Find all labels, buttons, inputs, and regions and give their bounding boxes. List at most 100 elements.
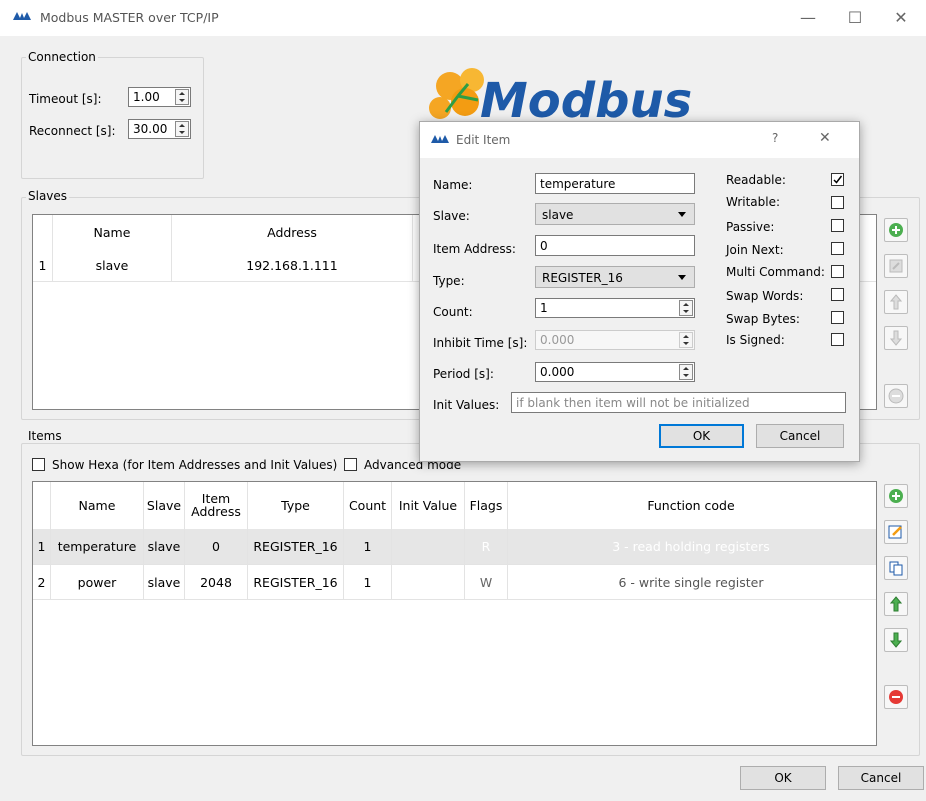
swap-bytes-label: Swap Bytes: [726,312,800,326]
reconnect-spin-buttons[interactable] [175,121,189,137]
reconnect-spinbox[interactable]: 30.00 [128,119,191,139]
slaves-col-address[interactable]: Address [172,215,412,249]
table-cell-count[interactable]: 1 [344,529,391,564]
table-row-num: 2 [37,574,46,590]
swap-words-checkbox[interactable] [831,288,844,301]
move-item-up-button[interactable] [884,592,908,616]
count-spin-buttons[interactable] [679,300,693,316]
is-signed-checkbox[interactable] [831,333,844,346]
close-button[interactable]: ✕ [886,8,916,27]
items-group-label: Items [26,429,64,443]
edit-item-dialog: Edit Item ? ✕ Name: temperature Slave: s… [419,121,860,462]
table-cell-type[interactable]: REGISTER_16 [248,529,343,564]
checkmark-icon [833,175,843,184]
table-cell-flags[interactable]: W [465,565,507,599]
advanced-mode-checkbox[interactable] [344,458,357,471]
name-label: Name: [433,178,473,192]
item-address-field[interactable]: 0 [535,235,695,256]
table-row-num: 1 [37,539,46,554]
move-item-down-button[interactable] [884,628,908,652]
items-col-address[interactable]: Item Address [185,482,247,528]
add-slave-button[interactable] [884,218,908,242]
minimize-button[interactable]: — [793,8,823,27]
add-icon [889,489,903,503]
slaves-col-name[interactable]: Name [53,215,171,249]
maximize-button[interactable]: ☐ [840,8,870,27]
passive-checkbox[interactable] [831,219,844,232]
move-slave-down-button[interactable] [884,326,908,350]
dialog-help-button[interactable]: ? [772,131,778,145]
timeout-spin-buttons[interactable] [175,89,189,105]
connection-group [21,57,204,179]
table-cell-slave[interactable]: slave [144,529,184,564]
items-col-count[interactable]: Count [344,482,391,528]
table-cell-count[interactable]: 1 [344,565,391,599]
remove-item-button[interactable] [884,685,908,709]
items-table[interactable]: Name Slave Item Address Type Count Init … [32,481,877,746]
readable-label: Readable: [726,173,786,187]
cancel-button[interactable]: Cancel [838,766,924,790]
edit-slave-button[interactable] [884,254,908,278]
table-cell-address[interactable]: 2048 [185,565,247,599]
items-col-type[interactable]: Type [248,482,343,528]
table-row-num: 1 [38,257,47,273]
dialog-ok-button[interactable]: OK [659,424,744,448]
show-hexa-checkbox[interactable] [32,458,45,471]
period-spin-buttons[interactable] [679,364,693,380]
table-cell-slave[interactable]: slave [144,565,184,599]
slaves-group-label: Slaves [26,189,70,203]
table-cell-function[interactable]: 3 - read holding registers [508,529,874,564]
dialog-app-icon [430,133,450,150]
move-slave-up-button[interactable] [884,290,908,314]
remove-slave-button[interactable] [884,384,908,408]
items-col-flags[interactable]: Flags [465,482,507,528]
copy-item-button[interactable] [884,556,908,580]
multi-command-checkbox[interactable] [831,265,844,278]
item-address-label: Item Address: [433,242,516,256]
dialog-close-button[interactable]: ✕ [819,130,831,146]
items-col-init[interactable]: Init Value [392,482,464,528]
timeout-spinbox[interactable]: 1.00 [128,87,191,107]
table-cell-init[interactable] [392,565,464,599]
slave-select[interactable]: slave [535,203,695,225]
join-next-checkbox[interactable] [831,242,844,255]
type-select[interactable]: REGISTER_16 [535,266,695,288]
name-field[interactable]: temperature [535,173,695,194]
arrow-down-icon [890,632,902,648]
window-title: Modbus MASTER over TCP/IP [40,10,219,25]
swap-bytes-checkbox[interactable] [831,311,844,324]
writable-label: Writable: [726,195,781,209]
multi-command-label: Multi Command: [726,265,825,279]
timeout-value: 1.00 [133,90,160,104]
table-cell-name[interactable]: slave [53,249,171,281]
table-cell-address[interactable]: 192.168.1.111 [172,249,412,281]
items-col-function[interactable]: Function code [508,482,874,528]
period-spinbox[interactable]: 0.000 [535,362,695,382]
edit-item-button[interactable] [884,520,908,544]
table-cell-type[interactable]: REGISTER_16 [248,565,343,599]
table-cell-address[interactable]: 0 [185,529,247,564]
writable-checkbox[interactable] [831,196,844,209]
dialog-cancel-button[interactable]: Cancel [756,424,844,448]
dialog-title: Edit Item [456,133,511,147]
inhibit-time-label: Inhibit Time [s]: [433,336,528,350]
add-item-button[interactable] [884,484,908,508]
ok-button[interactable]: OK [740,766,826,790]
edit-icon [888,525,902,539]
table-cell-function[interactable]: 6 - write single register [508,565,874,599]
table-cell-flags[interactable]: R [465,529,507,564]
table-cell-name[interactable]: temperature [51,529,143,564]
count-spinbox[interactable]: 1 [535,298,695,318]
init-values-field[interactable]: if blank then item will not be initializ… [511,392,846,413]
table-cell-init[interactable] [392,529,464,564]
col-divider [412,215,413,281]
swap-words-label: Swap Words: [726,289,804,303]
count-value: 1 [540,301,548,315]
logo-text: Modbus [480,73,693,129]
readable-checkbox[interactable] [831,173,844,186]
items-col-name[interactable]: Name [51,482,143,528]
table-cell-name[interactable]: power [51,565,143,599]
items-col-slave[interactable]: Slave [144,482,184,528]
type-label: Type: [433,274,465,288]
show-hexa-label: Show Hexa (for Item Addresses and Init V… [52,458,338,472]
